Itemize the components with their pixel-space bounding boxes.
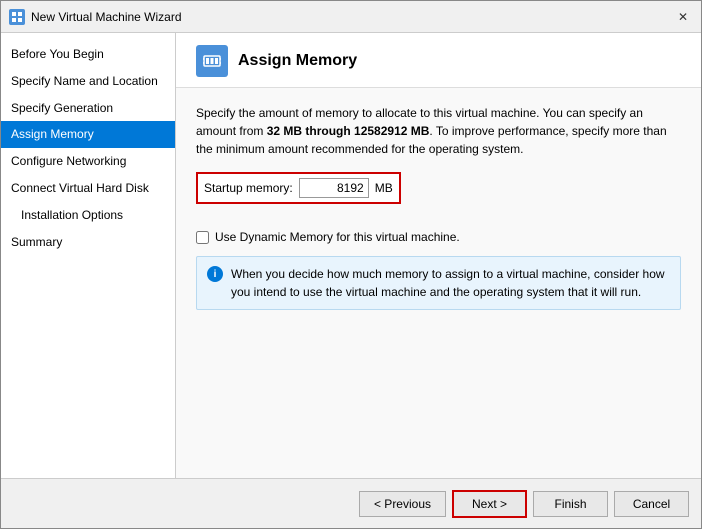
startup-memory-label: Startup memory: (204, 181, 293, 195)
sidebar-item-specify-generation[interactable]: Specify Generation (1, 95, 175, 122)
section-title: Assign Memory (238, 52, 357, 70)
memory-wrapper: Startup memory: MB (196, 172, 681, 216)
memory-row: Startup memory: MB (196, 172, 401, 204)
main-panel: Assign Memory Specify the amount of memo… (176, 33, 701, 478)
title-bar-left: New Virtual Machine Wizard (9, 9, 182, 25)
footer: < Previous Next > Finish Cancel (1, 478, 701, 528)
sidebar: Before You Begin Specify Name and Locati… (1, 33, 176, 478)
info-text: When you decide how much memory to assig… (231, 265, 670, 301)
dialog-window: New Virtual Machine Wizard ✕ Before You … (0, 0, 702, 529)
window-title: New Virtual Machine Wizard (31, 10, 182, 24)
dynamic-memory-label[interactable]: Use Dynamic Memory for this virtual mach… (215, 230, 460, 244)
cancel-button[interactable]: Cancel (614, 491, 689, 517)
previous-button[interactable]: < Previous (359, 491, 446, 517)
sidebar-item-configure-networking[interactable]: Configure Networking (1, 148, 175, 175)
sidebar-item-installation-options[interactable]: Installation Options (1, 202, 175, 229)
dynamic-memory-checkbox[interactable] (196, 231, 209, 244)
sidebar-item-summary[interactable]: Summary (1, 229, 175, 256)
info-box: i When you decide how much memory to ass… (196, 256, 681, 310)
startup-memory-input[interactable] (299, 178, 369, 198)
dynamic-memory-row: Use Dynamic Memory for this virtual mach… (196, 230, 681, 244)
sidebar-item-before-you-begin[interactable]: Before You Begin (1, 41, 175, 68)
sidebar-item-assign-memory[interactable]: Assign Memory (1, 121, 175, 148)
description-text: Specify the amount of memory to allocate… (196, 104, 681, 158)
finish-button[interactable]: Finish (533, 491, 608, 517)
sidebar-item-connect-virtual-disk[interactable]: Connect Virtual Hard Disk (1, 175, 175, 202)
main-header: Assign Memory (176, 33, 701, 88)
main-body: Specify the amount of memory to allocate… (176, 88, 701, 478)
app-icon (9, 9, 25, 25)
memory-unit: MB (375, 181, 393, 195)
section-icon (196, 45, 228, 77)
next-button[interactable]: Next > (452, 490, 527, 518)
close-button[interactable]: ✕ (673, 7, 693, 27)
sidebar-item-specify-name[interactable]: Specify Name and Location (1, 68, 175, 95)
title-bar: New Virtual Machine Wizard ✕ (1, 1, 701, 33)
content-area: Before You Begin Specify Name and Locati… (1, 33, 701, 478)
info-icon: i (207, 266, 223, 282)
